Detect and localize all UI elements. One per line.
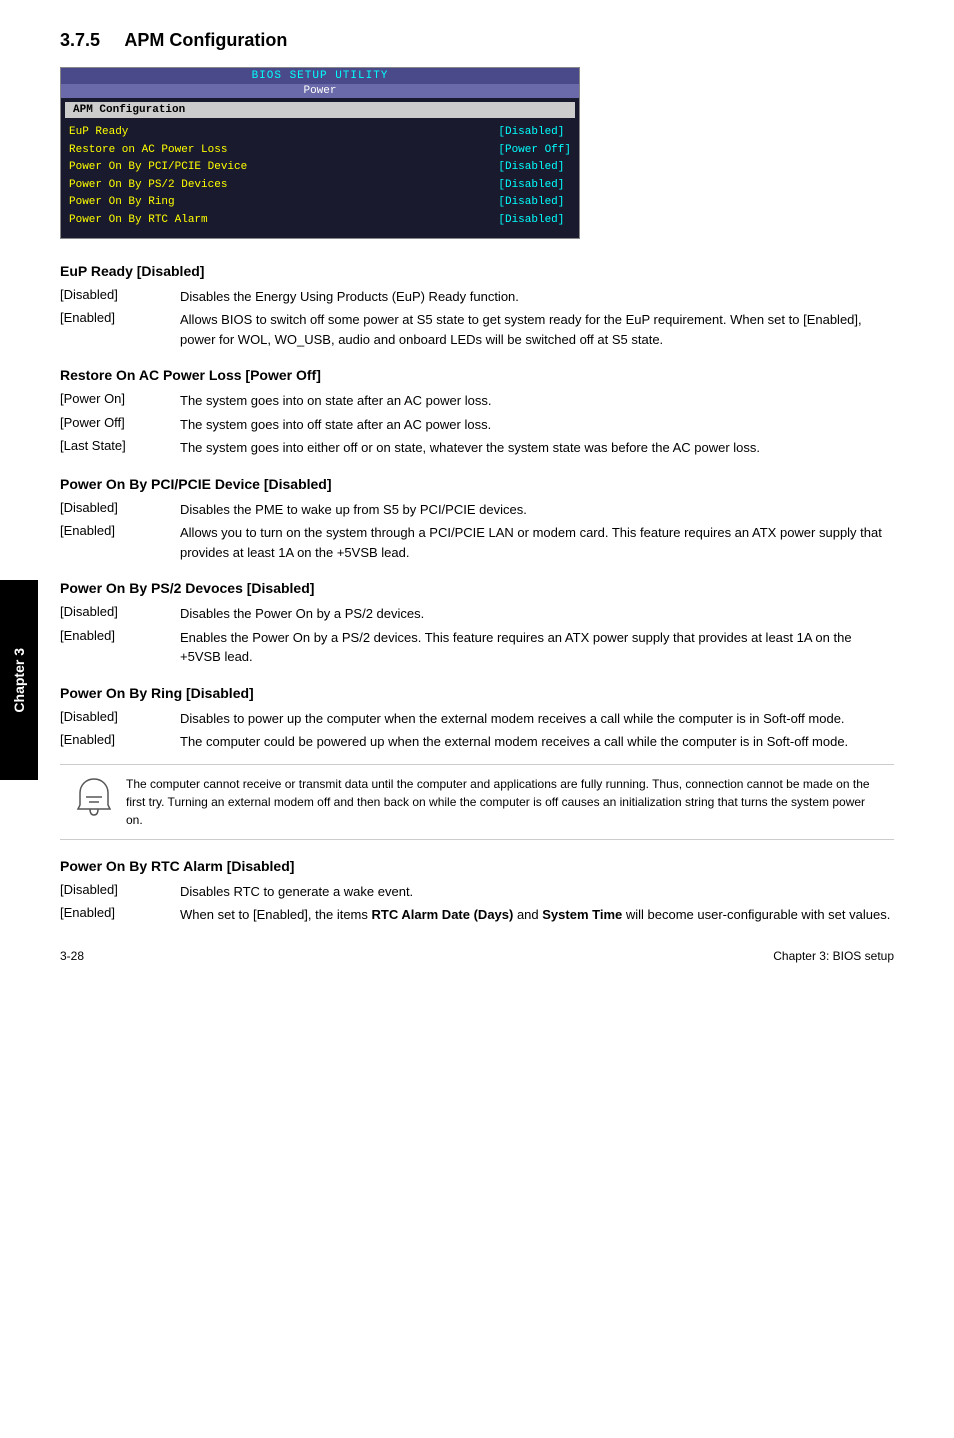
def-desc: Allows you to turn on the system through…: [180, 523, 894, 562]
bios-value: [Disabled]: [498, 124, 571, 142]
def-desc: Enables the Power On by a PS/2 devices. …: [180, 628, 894, 667]
section-title: APM Configuration: [124, 30, 287, 50]
bios-value: [Disabled]: [498, 159, 571, 177]
chapter-label: Chapter 3: [11, 648, 27, 713]
def-list-eup: [Disabled] Disables the Energy Using Pro…: [60, 287, 894, 350]
def-row: [Last State] The system goes into either…: [60, 438, 894, 458]
subsection-restore-ac: Restore On AC Power Loss [Power Off] [Po…: [60, 367, 894, 458]
def-desc: Allows BIOS to switch off some power at …: [180, 310, 894, 349]
bios-value: [Disabled]: [498, 177, 571, 195]
def-row: [Enabled] Allows you to turn on the syst…: [60, 523, 894, 562]
def-desc: The system goes into off state after an …: [180, 415, 894, 435]
subsection-pci: Power On By PCI/PCIE Device [Disabled] […: [60, 476, 894, 563]
def-desc: Disables the PME to wake up from S5 by P…: [180, 500, 894, 520]
def-row: [Disabled] Disables to power up the comp…: [60, 709, 894, 729]
def-term: [Enabled]: [60, 905, 180, 920]
def-list-restore-ac: [Power On] The system goes into on state…: [60, 391, 894, 458]
subsection-title-ps2: Power On By PS/2 Devoces [Disabled]: [60, 580, 894, 596]
bios-value: [Power Off]: [498, 142, 571, 160]
def-list-rtc: [Disabled] Disables RTC to generate a wa…: [60, 882, 894, 925]
def-term: [Power Off]: [60, 415, 180, 430]
def-row: [Disabled] Disables the Energy Using Pro…: [60, 287, 894, 307]
bios-row: Power On By PCI/PCIE Device: [69, 159, 478, 177]
def-desc: The system goes into either off or on st…: [180, 438, 894, 458]
subsection-ring: Power On By Ring [Disabled] [Disabled] D…: [60, 685, 894, 840]
def-term: [Disabled]: [60, 500, 180, 515]
def-term: [Disabled]: [60, 882, 180, 897]
def-term: [Enabled]: [60, 523, 180, 538]
def-row: [Disabled] Disables the Power On by a PS…: [60, 604, 894, 624]
bios-value: [Disabled]: [498, 212, 571, 230]
def-row: [Enabled] Enables the Power On by a PS/2…: [60, 628, 894, 667]
section-heading: 3.7.5 APM Configuration: [60, 30, 894, 51]
bios-row: Power On By Ring: [69, 194, 478, 212]
chapter-sidebar: Chapter 3: [0, 580, 38, 780]
bios-row: Power On By RTC Alarm: [69, 212, 478, 230]
subsection-rtc: Power On By RTC Alarm [Disabled] [Disabl…: [60, 858, 894, 925]
def-desc: When set to [Enabled], the items RTC Ala…: [180, 905, 894, 925]
def-row: [Enabled] The computer could be powered …: [60, 732, 894, 752]
def-term: [Disabled]: [60, 604, 180, 619]
bios-row: Restore on AC Power Loss: [69, 142, 478, 160]
footer-chapter-ref: Chapter 3: BIOS setup: [773, 949, 894, 963]
bios-row: EuP Ready: [69, 124, 478, 142]
def-row: [Disabled] Disables the PME to wake up f…: [60, 500, 894, 520]
note-icon: [76, 777, 112, 828]
def-term: [Disabled]: [60, 709, 180, 724]
bios-header: BIOS SETUP UTILITY: [61, 68, 579, 84]
subsection-title-restore-ac: Restore On AC Power Loss [Power Off]: [60, 367, 894, 383]
bios-labels: EuP Ready Restore on AC Power Loss Power…: [69, 124, 478, 230]
subsection-ps2: Power On By PS/2 Devoces [Disabled] [Dis…: [60, 580, 894, 667]
def-desc: Disables RTC to generate a wake event.: [180, 882, 894, 902]
def-term: [Enabled]: [60, 732, 180, 747]
note-text: The computer cannot receive or transmit …: [126, 775, 878, 829]
def-list-pci: [Disabled] Disables the PME to wake up f…: [60, 500, 894, 563]
def-desc: Disables the Power On by a PS/2 devices.: [180, 604, 894, 624]
bios-value: [Disabled]: [498, 194, 571, 212]
def-desc: Disables to power up the computer when t…: [180, 709, 894, 729]
subsection-title-eup: EuP Ready [Disabled]: [60, 263, 894, 279]
def-list-ring: [Disabled] Disables to power up the comp…: [60, 709, 894, 752]
def-desc: The system goes into on state after an A…: [180, 391, 894, 411]
bios-setup-box: BIOS SETUP UTILITY Power APM Configurati…: [60, 67, 580, 239]
def-term: [Enabled]: [60, 310, 180, 325]
def-row: [Power On] The system goes into on state…: [60, 391, 894, 411]
subsection-title-pci: Power On By PCI/PCIE Device [Disabled]: [60, 476, 894, 492]
def-row: [Enabled] Allows BIOS to switch off some…: [60, 310, 894, 349]
bios-section-title: APM Configuration: [65, 102, 575, 118]
bios-values: [Disabled] [Power Off] [Disabled] [Disab…: [498, 124, 571, 230]
bios-content: EuP Ready Restore on AC Power Loss Power…: [61, 118, 579, 238]
def-term: [Disabled]: [60, 287, 180, 302]
def-row: [Enabled] When set to [Enabled], the ite…: [60, 905, 894, 925]
section-number: 3.7.5: [60, 30, 100, 50]
footer-page-number: 3-28: [60, 949, 84, 963]
def-term: [Enabled]: [60, 628, 180, 643]
bios-sub-header: Power: [61, 84, 579, 98]
page-container: Chapter 3 3.7.5 APM Configuration BIOS S…: [0, 0, 954, 983]
note-box-ring: The computer cannot receive or transmit …: [60, 764, 894, 840]
subsection-title-rtc: Power On By RTC Alarm [Disabled]: [60, 858, 894, 874]
def-desc: The computer could be powered up when th…: [180, 732, 894, 752]
bios-row: Power On By PS/2 Devices: [69, 177, 478, 195]
subsection-title-ring: Power On By Ring [Disabled]: [60, 685, 894, 701]
def-term: [Power On]: [60, 391, 180, 406]
def-row: [Power Off] The system goes into off sta…: [60, 415, 894, 435]
def-desc: Disables the Energy Using Products (EuP)…: [180, 287, 894, 307]
def-term: [Last State]: [60, 438, 180, 453]
def-row: [Disabled] Disables RTC to generate a wa…: [60, 882, 894, 902]
page-footer: 3-28 Chapter 3: BIOS setup: [60, 949, 894, 963]
def-list-ps2: [Disabled] Disables the Power On by a PS…: [60, 604, 894, 667]
subsection-eup: EuP Ready [Disabled] [Disabled] Disables…: [60, 263, 894, 350]
